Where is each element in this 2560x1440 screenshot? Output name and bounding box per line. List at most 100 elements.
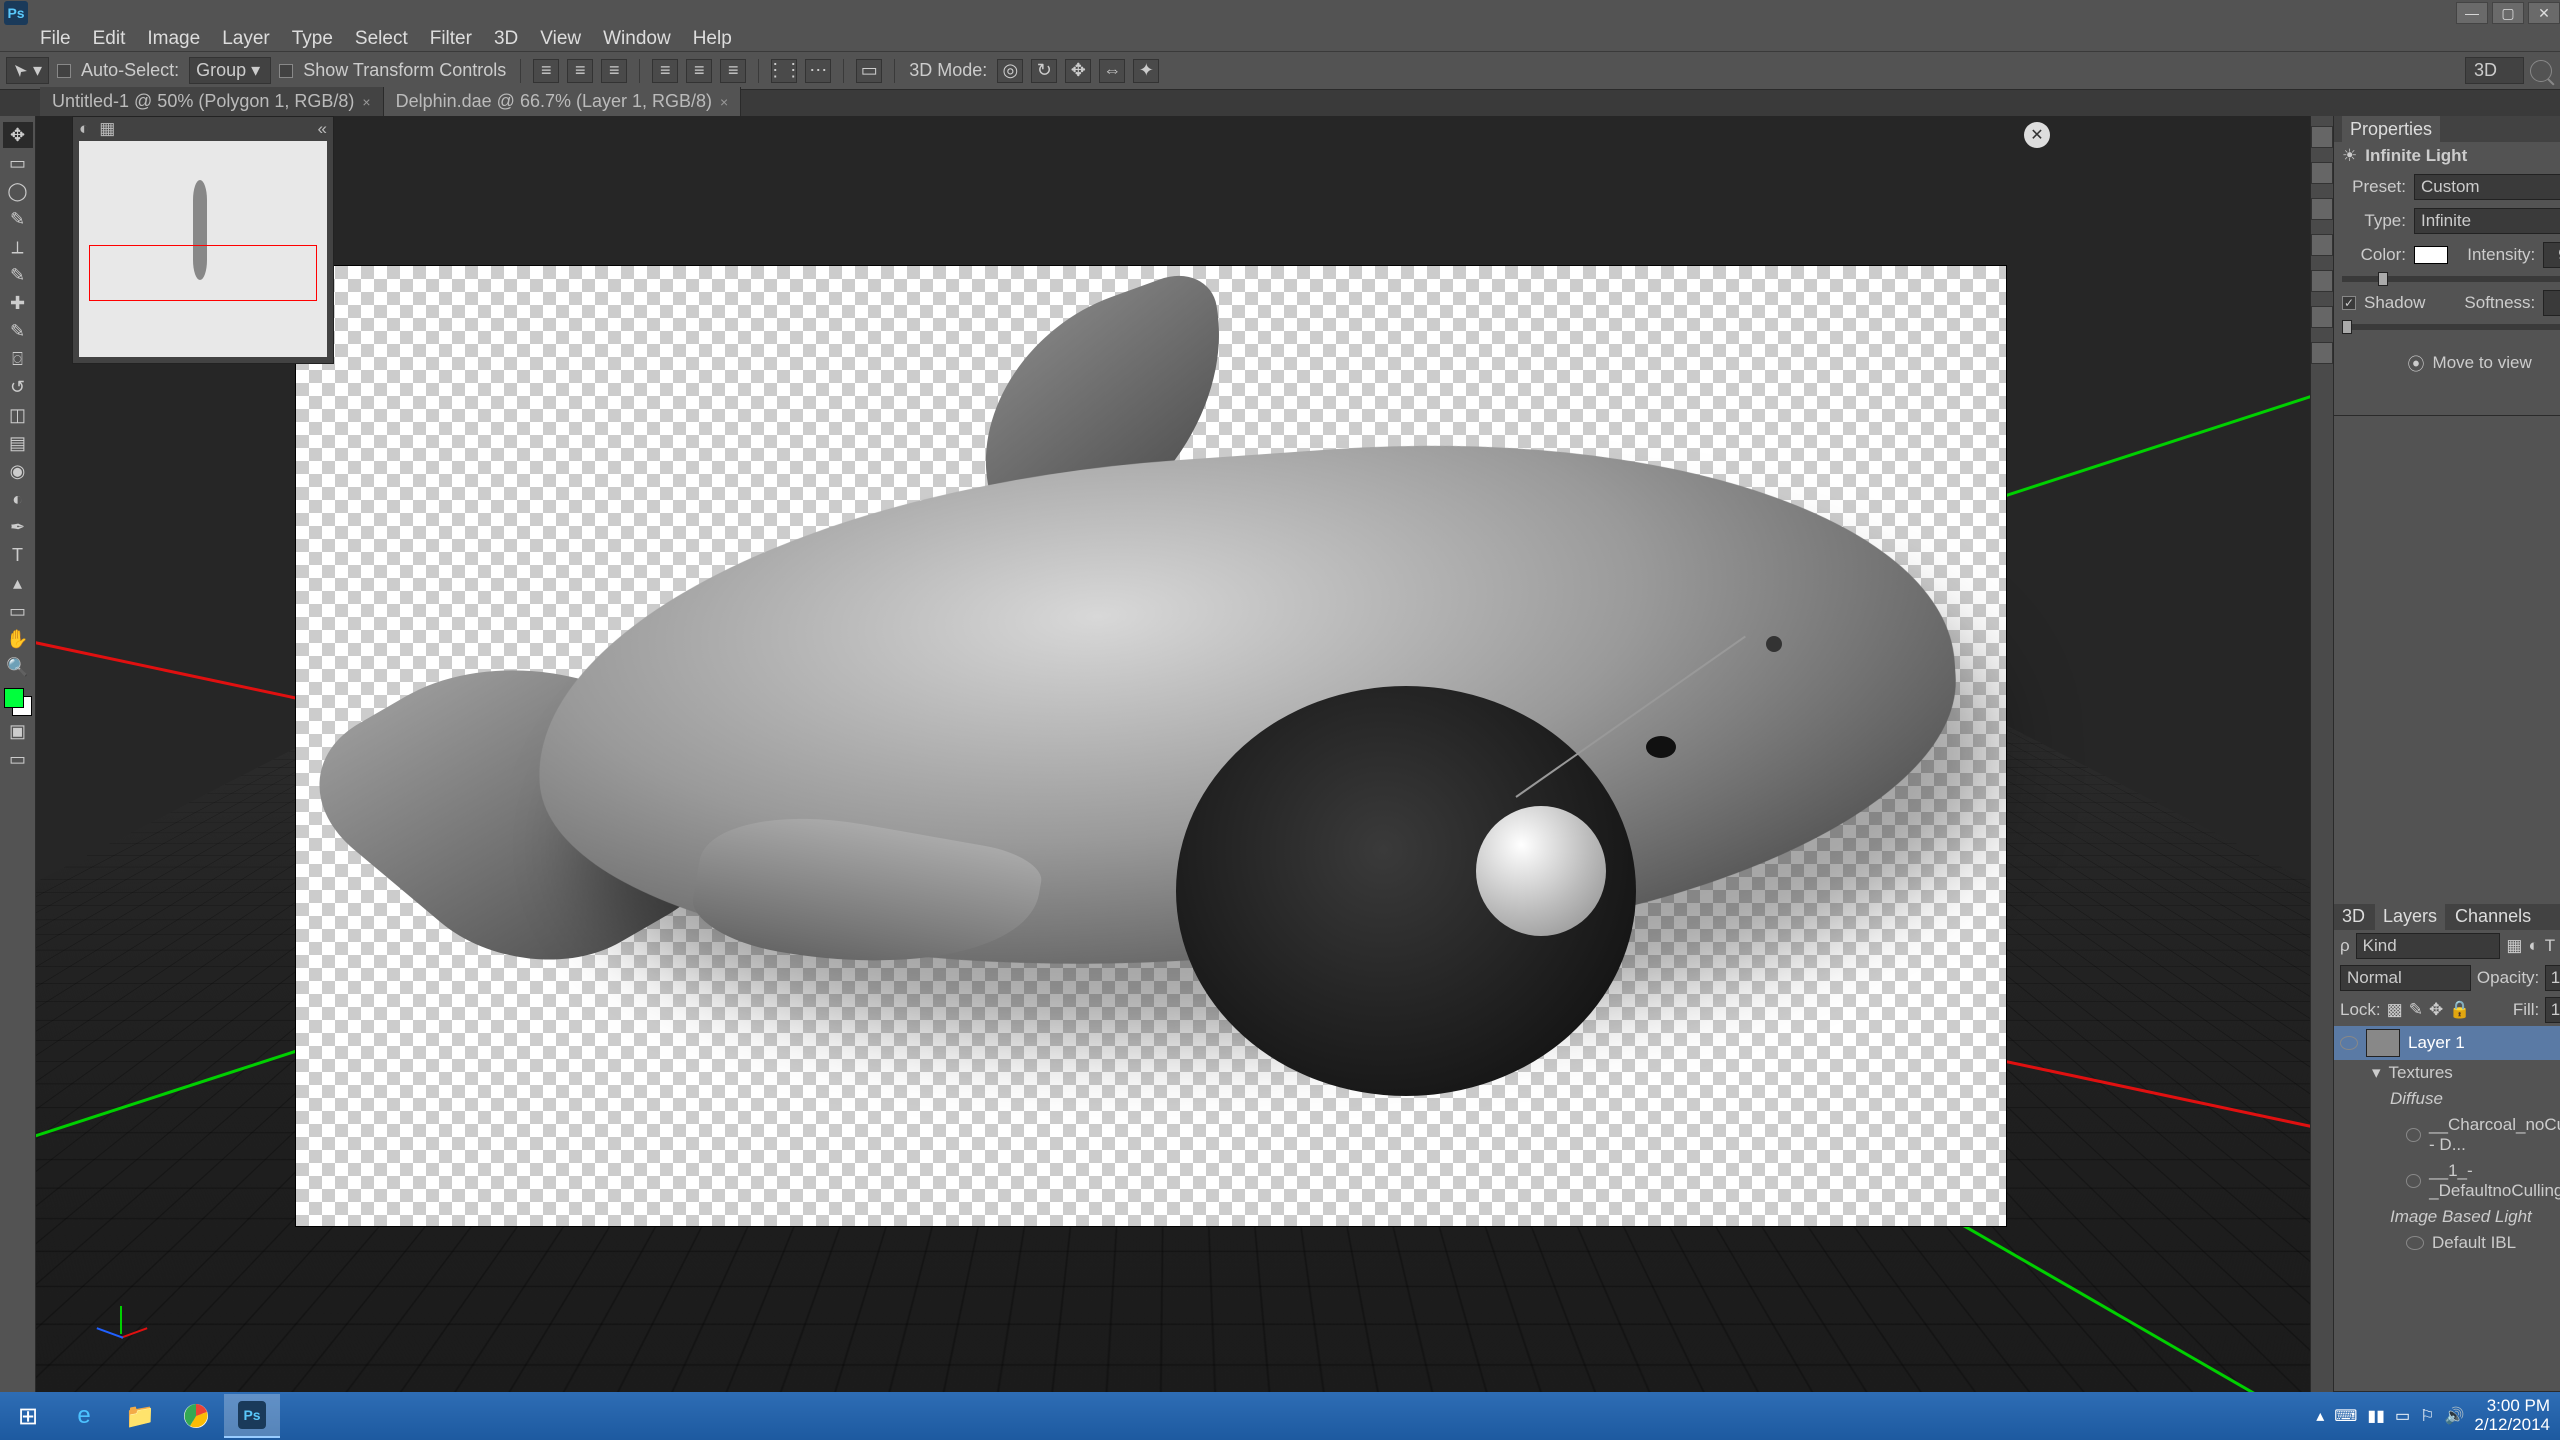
taskbar-explorer-icon[interactable]: 📁 bbox=[112, 1394, 168, 1438]
navigator-thumbnail[interactable] bbox=[79, 141, 327, 357]
lock-position-icon[interactable]: ✥ bbox=[2429, 1000, 2443, 1020]
channels-tab[interactable]: Channels bbox=[2455, 906, 2531, 927]
marquee-tool[interactable]: ▭ bbox=[3, 150, 33, 176]
filter-type-icon[interactable]: T bbox=[2545, 936, 2555, 956]
move-tool[interactable]: ✥ bbox=[3, 122, 33, 148]
layers-tab[interactable]: Layers bbox=[2375, 903, 2445, 930]
close-tab-icon[interactable]: × bbox=[720, 94, 728, 110]
close-secondary-view-icon[interactable]: ✕ bbox=[2024, 122, 2050, 148]
styles-panel-icon[interactable] bbox=[2311, 234, 2333, 256]
dodge-tool[interactable]: ◐ bbox=[3, 486, 33, 512]
type-dropdown[interactable]: Infinite bbox=[2414, 208, 2560, 234]
filter-pixel-icon[interactable]: ▦ bbox=[2506, 936, 2522, 956]
eyedropper-tool[interactable]: ✎ bbox=[3, 262, 33, 288]
blend-mode-dropdown[interactable]: Normal bbox=[2340, 965, 2471, 991]
navigator-view-box[interactable] bbox=[89, 245, 317, 301]
visibility-toggle-icon[interactable] bbox=[2406, 1236, 2424, 1250]
layer-item[interactable]: Image Based Light bbox=[2334, 1204, 2560, 1230]
layer-name[interactable]: __Charcoal_noCulling - D... bbox=[2429, 1115, 2560, 1155]
layer-item[interactable]: __Charcoal_noCulling - D... bbox=[2334, 1112, 2560, 1158]
zoom-tool[interactable]: 🔍 bbox=[3, 654, 33, 680]
canvas-viewport[interactable]: ◐ ▦ « ✕ bbox=[36, 116, 2310, 1392]
softness-slider[interactable] bbox=[2342, 324, 2560, 330]
align-right-icon[interactable]: ≡ bbox=[601, 59, 627, 83]
healing-tool[interactable]: ✚ bbox=[3, 290, 33, 316]
3d-tab[interactable]: 3D bbox=[2342, 906, 2365, 927]
navigator-tab[interactable]: ▦ bbox=[99, 119, 115, 139]
lock-all-icon[interactable]: 🔒 bbox=[2449, 1000, 2470, 1020]
layer-name[interactable]: Layer 1 bbox=[2408, 1033, 2465, 1053]
path-select-tool[interactable]: ▴ bbox=[3, 570, 33, 596]
tray-overflow-icon[interactable]: ▴ bbox=[2316, 1406, 2324, 1426]
color-panel-icon[interactable] bbox=[2311, 126, 2333, 148]
workspace-switcher[interactable]: 3D bbox=[2465, 57, 2524, 84]
3d-scale-icon[interactable]: ✦ bbox=[1133, 59, 1159, 83]
3d-orbit-icon[interactable]: ◎ bbox=[997, 59, 1023, 83]
layer-name[interactable]: Default IBL bbox=[2432, 1233, 2516, 1253]
tray-keyboard-icon[interactable]: ⌨ bbox=[2334, 1406, 2357, 1426]
show-transform-checkbox[interactable] bbox=[279, 64, 293, 78]
menu-3d[interactable]: 3D bbox=[490, 26, 522, 52]
layer-name[interactable]: __1_-_DefaultnoCulling - ... bbox=[2429, 1161, 2560, 1201]
filter-kind-dropdown[interactable]: Kind bbox=[2356, 933, 2501, 959]
align-center-h-icon[interactable]: ≡ bbox=[567, 59, 593, 83]
taskbar-clock[interactable]: 3:00 PM 2/12/2014 bbox=[2474, 1397, 2550, 1434]
lasso-tool[interactable]: ◯ bbox=[3, 178, 33, 204]
align-top-icon[interactable]: ≡ bbox=[652, 59, 678, 83]
navigator-tab[interactable]: ◐ bbox=[79, 119, 89, 139]
auto-select-target[interactable]: Group ▾ bbox=[189, 57, 271, 84]
lock-pixels-icon[interactable]: ✎ bbox=[2409, 1000, 2423, 1020]
layer-item[interactable]: __1_-_DefaultnoCulling - ... bbox=[2334, 1158, 2560, 1204]
stamp-tool[interactable]: ⌼ bbox=[3, 346, 33, 372]
tray-network-icon[interactable]: ▮▮ bbox=[2367, 1406, 2385, 1426]
layer-item[interactable]: ▾ Textures bbox=[2334, 1060, 2560, 1086]
pen-tool[interactable]: ✒ bbox=[3, 514, 33, 540]
taskbar-ie-icon[interactable]: e bbox=[56, 1394, 112, 1438]
dolphin-3d-model[interactable] bbox=[416, 306, 1916, 1086]
brush-tool[interactable]: ✎ bbox=[3, 318, 33, 344]
auto-align-icon[interactable]: ▭ bbox=[856, 59, 882, 83]
eraser-tool[interactable]: ◫ bbox=[3, 402, 33, 428]
fill-field[interactable]: 100% bbox=[2545, 997, 2560, 1023]
gradient-tool[interactable]: ▤ bbox=[3, 430, 33, 456]
menu-filter[interactable]: Filter bbox=[426, 26, 476, 52]
visibility-toggle-icon[interactable] bbox=[2406, 1174, 2421, 1188]
minimize-button[interactable]: — bbox=[2456, 2, 2488, 24]
close-panel-icon[interactable]: « bbox=[318, 119, 327, 139]
visibility-toggle-icon[interactable] bbox=[2340, 1036, 2358, 1050]
disclosure-icon[interactable]: ▾ bbox=[2372, 1063, 2381, 1083]
menu-layer[interactable]: Layer bbox=[218, 26, 274, 52]
crop-tool[interactable]: ⟂ bbox=[3, 234, 33, 260]
shadow-checkbox[interactable]: ✓ bbox=[2342, 296, 2356, 310]
align-left-icon[interactable]: ≡ bbox=[533, 59, 559, 83]
light-direction-handle[interactable] bbox=[1766, 636, 1782, 652]
taskbar-chrome-icon[interactable] bbox=[168, 1394, 224, 1438]
quick-select-tool[interactable]: ✎ bbox=[3, 206, 33, 232]
intensity-field[interactable]: 90% bbox=[2543, 242, 2560, 268]
menu-help[interactable]: Help bbox=[689, 26, 736, 52]
paragraph-panel-icon[interactable] bbox=[2311, 306, 2333, 328]
lock-transparency-icon[interactable]: ▩ bbox=[2387, 1000, 2403, 1020]
tray-volume-icon[interactable]: 🔊 bbox=[2444, 1406, 2464, 1426]
opacity-field[interactable]: 100% bbox=[2545, 965, 2560, 991]
current-tool-indicator[interactable]: ▾ bbox=[6, 57, 49, 84]
preset-dropdown[interactable]: Custom bbox=[2414, 174, 2560, 200]
menu-file[interactable]: File bbox=[36, 26, 75, 52]
foreground-color[interactable] bbox=[4, 688, 24, 708]
tray-flag-icon[interactable]: ⚐ bbox=[2420, 1406, 2434, 1426]
start-button[interactable]: ⊞ bbox=[0, 1394, 56, 1438]
3d-axis-gizmo[interactable] bbox=[96, 1302, 146, 1352]
menu-window[interactable]: Window bbox=[599, 26, 675, 52]
document-tab[interactable]: Untitled-1 @ 50% (Polygon 1, RGB/8) × bbox=[40, 87, 384, 116]
align-bottom-icon[interactable]: ≡ bbox=[720, 59, 746, 83]
layer-thumbnail[interactable] bbox=[2366, 1029, 2400, 1057]
blur-tool[interactable]: ◉ bbox=[3, 458, 33, 484]
character-panel-icon[interactable] bbox=[2311, 270, 2333, 292]
distribute-h-icon[interactable]: ⋮⋮ bbox=[771, 59, 797, 83]
align-center-v-icon[interactable]: ≡ bbox=[686, 59, 712, 83]
intensity-slider[interactable] bbox=[2342, 276, 2560, 282]
color-swatch[interactable] bbox=[2414, 246, 2448, 264]
3d-pan-icon[interactable]: ✥ bbox=[1065, 59, 1091, 83]
visibility-toggle-icon[interactable] bbox=[2406, 1128, 2421, 1142]
layer-item[interactable]: Default IBL bbox=[2334, 1230, 2560, 1256]
